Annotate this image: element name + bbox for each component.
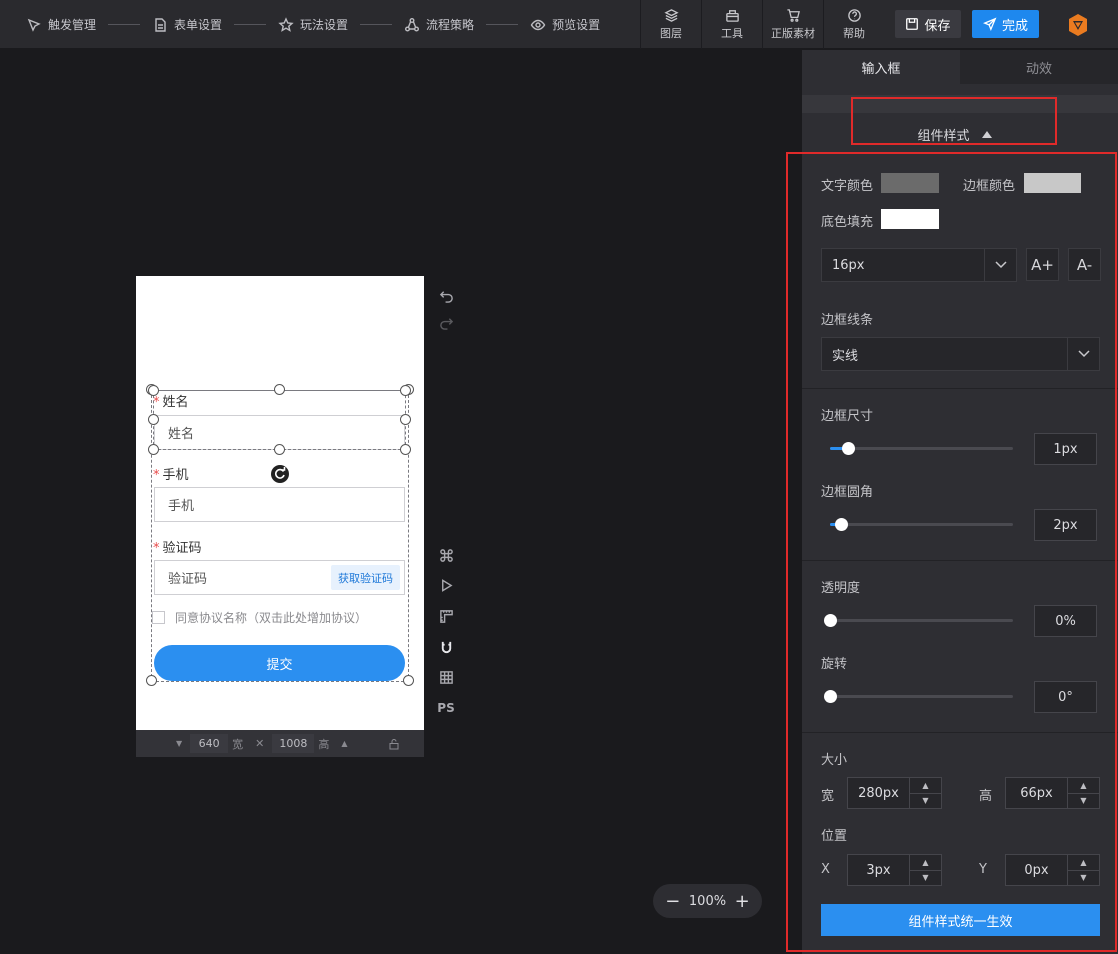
resize-handle[interactable] [403,675,414,686]
selection-box [153,390,406,450]
shortcut-button[interactable] [437,546,455,564]
lock-icon[interactable] [388,738,400,750]
highlight-box [786,152,1117,952]
ruler-button[interactable] [437,607,455,625]
step-nav: 触发管理 表单设置 玩法设置 流程策略 预览设置 [26,0,600,49]
step-label: 表单设置 [174,18,223,32]
ps-button[interactable]: PS [437,699,455,717]
help-button[interactable]: 帮助 [823,0,884,49]
assets-button[interactable]: 正版素材 [762,0,823,49]
magnet-button[interactable] [437,638,455,656]
redo-icon [439,317,453,330]
step-flow[interactable]: 流程策略 [404,16,474,33]
panel-tabs: 输入框 动效 [802,50,1118,84]
zoom-out-button[interactable]: − [665,891,680,912]
resize-handle[interactable] [146,675,157,686]
canvas-height-input[interactable]: 1008 [272,734,315,753]
resize-handle[interactable] [274,444,285,455]
flow-icon [405,17,420,31]
layers-label: 图层 [660,27,682,40]
highlight-box [851,97,1057,145]
caret-up-icon[interactable]: ▲ [341,739,347,748]
zoom-level[interactable]: 100% [689,894,726,909]
times-icon: ✕ [255,737,265,750]
ruler-icon [439,609,453,623]
canvas-width-input[interactable]: 640 [190,734,229,753]
canvas-size-bar: ▼ 640 宽 ✕ 1008 高 ▲ [136,730,424,757]
grid-button[interactable] [437,668,455,686]
grid-icon [439,670,453,684]
help-label: 帮助 [843,27,865,40]
step-separator [486,24,519,25]
magnet-icon [441,641,451,653]
toolbox-button[interactable]: 工具 [701,0,762,49]
step-separator [108,24,141,25]
resize-handle[interactable] [148,444,159,455]
toolbox-label: 工具 [721,27,743,40]
step-label: 预览设置 [552,18,601,32]
top-bar: 触发管理 表单设置 玩法设置 流程策略 预览设置 图层 工具 正版素材 帮助 保… [0,0,1118,49]
command-icon [439,548,453,562]
zoom-control: − 100% + [653,884,762,918]
resize-handle[interactable] [274,384,285,395]
step-separator [360,24,393,25]
resize-handle[interactable] [400,385,411,396]
tab-animation[interactable]: 动效 [960,50,1118,84]
rotate-icon [275,467,286,479]
assets-label: 正版素材 [771,27,815,40]
play-icon [278,16,294,32]
width-unit: 宽 [232,737,244,751]
rotate-handle[interactable] [271,465,289,483]
send-icon [982,17,997,31]
save-label: 保存 [924,18,951,34]
preview-play-button[interactable] [437,576,455,594]
resize-handle[interactable] [400,444,411,455]
height-unit: 高 [318,737,330,751]
zoom-in-button[interactable]: + [735,891,750,912]
done-label: 完成 [1001,18,1028,34]
form-icon [155,17,166,32]
step-form[interactable]: 表单设置 [152,16,222,33]
step-trigger[interactable]: 触发管理 [26,16,96,33]
undo-icon [439,290,453,303]
done-button[interactable]: 完成 [972,10,1039,38]
undo-button[interactable] [437,286,455,304]
brand-logo-icon[interactable] [1065,12,1091,38]
play-triangle-icon [441,578,453,592]
eye-icon [530,19,546,30]
step-label: 流程策略 [426,18,475,32]
step-label: 触发管理 [48,18,97,32]
step-preview[interactable]: 预览设置 [530,16,600,33]
cart-icon [786,9,800,22]
tab-input[interactable]: 输入框 [802,50,960,84]
step-label: 玩法设置 [300,18,349,32]
redo-button[interactable] [437,313,455,331]
layers-icon [663,9,679,22]
step-play[interactable]: 玩法设置 [278,16,348,33]
layers-button[interactable]: 图层 [640,0,701,49]
toolbar: 图层 工具 正版素材 帮助 [640,0,884,49]
step-separator [234,24,267,25]
save-button[interactable]: 保存 [895,10,961,38]
toolbox-icon [725,10,739,22]
resize-handle[interactable] [148,414,159,425]
trigger-icon [27,18,41,32]
save-icon [906,18,919,30]
caret-down-icon[interactable]: ▼ [176,739,182,748]
resize-handle[interactable] [148,385,159,396]
help-icon [847,9,861,22]
resize-handle[interactable] [400,414,411,425]
